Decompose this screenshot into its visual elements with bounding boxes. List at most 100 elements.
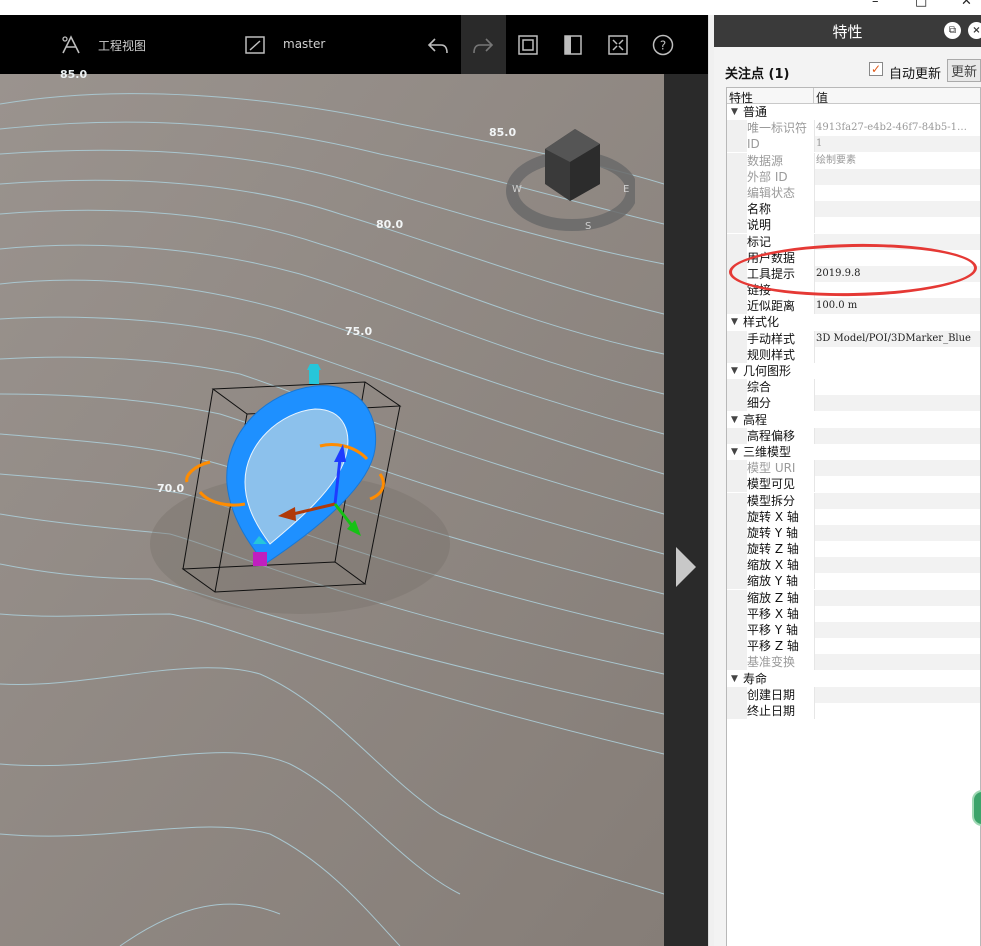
undo-icon[interactable] — [425, 32, 451, 58]
expand-triangle-icon[interactable]: ▼ — [731, 444, 738, 460]
property-name: 缩放 Z 轴 — [747, 590, 799, 605]
property-name: 编辑状态 — [747, 185, 796, 200]
property-value[interactable] — [814, 508, 980, 525]
property-value[interactable] — [814, 346, 980, 363]
category-row[interactable]: ▼ 寿命 — [727, 670, 980, 687]
property-row[interactable]: 模型可见 — [727, 476, 980, 493]
property-value[interactable] — [814, 524, 980, 541]
property-row[interactable]: 缩放 X 轴 — [727, 557, 980, 574]
property-row[interactable]: 旋转 Y 轴 — [727, 524, 980, 542]
property-row[interactable]: 说明 — [727, 217, 980, 234]
property-row[interactable]: 规则样式 — [727, 346, 980, 363]
property-row[interactable]: 缩放 Z 轴 — [727, 589, 980, 606]
fullscreen-icon[interactable] — [605, 32, 631, 58]
property-value[interactable] — [814, 686, 980, 703]
category-label: 寿命 — [743, 671, 768, 686]
property-value[interactable] — [814, 168, 980, 185]
expand-triangle-icon[interactable]: ▼ — [731, 671, 738, 687]
property-value[interactable] — [814, 638, 980, 655]
property-value[interactable] — [814, 476, 980, 493]
expand-triangle-icon[interactable]: ▼ — [731, 363, 738, 379]
category-row[interactable]: ▼ 几何图形 — [727, 363, 980, 380]
property-value[interactable]: 100.0 m — [814, 298, 980, 315]
branch-icon[interactable] — [242, 32, 268, 58]
property-value[interactable]: 1 — [814, 136, 980, 153]
property-value[interactable] — [814, 557, 980, 574]
property-row[interactable]: 名称 — [727, 201, 980, 218]
expand-triangle-icon[interactable]: ▼ — [731, 104, 738, 120]
property-value[interactable] — [814, 654, 980, 671]
minimize-button[interactable]: – — [872, 0, 879, 9]
property-row[interactable]: 外部 ID — [727, 168, 980, 185]
property-name: 创建日期 — [747, 687, 796, 702]
update-button[interactable]: 更新 — [947, 59, 981, 82]
property-row[interactable]: 旋转 Z 轴 — [727, 541, 980, 558]
layers-icon[interactable] — [515, 32, 541, 58]
property-name: 综合 — [747, 380, 772, 395]
close-button[interactable]: ✕ — [961, 0, 972, 9]
property-value[interactable]: 4913fa27-e4b2-46f7-84b5-1… — [814, 120, 980, 137]
properties-panel: 特性 ⧉ × 关注点 (1) ✓ 自动更新 更新 特性 值 ▼ 普通 唯一标识符 49… — [714, 15, 981, 946]
category-row[interactable]: ▼ 样式化 — [727, 314, 980, 331]
property-value[interactable] — [814, 184, 980, 201]
split-view-icon[interactable] — [560, 32, 586, 58]
property-row[interactable]: 平移 Y 轴 — [727, 622, 980, 639]
redo-icon[interactable] — [470, 32, 496, 58]
category-row[interactable]: ▼ 三维模型 — [727, 443, 980, 461]
property-row[interactable]: 高程偏移 — [727, 427, 980, 444]
property-row[interactable]: 编辑状态 — [727, 184, 980, 202]
property-row[interactable]: 基准变换 — [727, 654, 980, 671]
navigation-cube[interactable]: W E S — [505, 129, 638, 239]
expand-triangle-icon[interactable]: ▼ — [731, 314, 738, 330]
property-row[interactable]: 创建日期 — [727, 686, 980, 703]
property-value[interactable] — [814, 573, 980, 590]
terrain-scene[interactable]: 85.0 85.0 80.0 75.0 70.0 W E S — [0, 68, 665, 946]
property-value[interactable] — [814, 201, 980, 218]
property-row[interactable]: 旋转 X 轴 — [727, 508, 980, 525]
property-value[interactable] — [814, 379, 980, 396]
property-value[interactable] — [814, 460, 980, 477]
auto-update-checkbox[interactable]: ✓ — [869, 62, 883, 76]
property-value[interactable]: 绘制要素 — [814, 152, 980, 169]
property-value[interactable] — [814, 541, 980, 558]
property-value[interactable] — [814, 622, 980, 638]
property-row[interactable]: 平移 X 轴 — [727, 605, 980, 622]
property-row[interactable]: 细分 — [727, 395, 980, 412]
property-value[interactable] — [814, 605, 980, 622]
property-row[interactable]: 缩放 Y 轴 — [727, 573, 980, 590]
property-name: 平移 Y 轴 — [747, 623, 798, 637]
branch-label[interactable]: master — [283, 37, 325, 51]
auto-update-label[interactable]: 自动更新 — [889, 63, 941, 82]
property-row[interactable]: 数据源 绘制要素 — [727, 152, 980, 169]
property-row[interactable]: 唯一标识符 4913fa27-e4b2-46f7-84b5-1… — [727, 120, 980, 137]
property-value[interactable] — [814, 395, 980, 412]
property-row[interactable]: 模型拆分 — [727, 492, 980, 509]
property-value[interactable] — [814, 217, 980, 234]
category-row[interactable]: ▼ 普通 — [727, 104, 980, 121]
3d-viewport[interactable]: 工程视图 master ? 85.0 85.0 80.0 75.0 70.0 W… — [0, 15, 708, 946]
restore-button[interactable]: □ — [915, 0, 927, 9]
property-value[interactable] — [814, 702, 980, 719]
restore-panel-icon[interactable]: ⧉ — [944, 22, 961, 39]
project-view-icon[interactable] — [58, 32, 84, 58]
close-panel-icon[interactable]: × — [968, 22, 981, 39]
project-view-label[interactable]: 工程视图 — [98, 37, 146, 54]
property-row[interactable]: ID 1 — [727, 136, 980, 153]
property-value[interactable] — [814, 427, 980, 444]
property-value[interactable] — [814, 589, 980, 606]
property-row[interactable]: 手动样式 3D Model/POI/3DMarker_Blue — [727, 330, 980, 347]
category-row[interactable]: ▼ 高程 — [727, 411, 980, 428]
property-row[interactable]: 平移 Z 轴 — [727, 638, 980, 655]
expand-triangle-icon[interactable]: ▼ — [731, 412, 738, 428]
property-row[interactable]: 模型 URI — [727, 460, 980, 477]
3d-marker-poi[interactable] — [175, 356, 405, 594]
property-name: 名称 — [747, 202, 772, 217]
property-value[interactable]: 3D Model/POI/3DMarker_Blue — [814, 330, 980, 347]
property-row[interactable]: 近似距离 100.0 m — [727, 298, 980, 315]
help-icon[interactable]: ? — [650, 32, 676, 58]
floating-green-button[interactable] — [972, 790, 981, 826]
collapse-panel-arrow-icon[interactable] — [676, 547, 696, 587]
property-value[interactable] — [814, 492, 980, 509]
property-row[interactable]: 综合 — [727, 379, 980, 396]
property-row[interactable]: 终止日期 — [727, 702, 980, 720]
